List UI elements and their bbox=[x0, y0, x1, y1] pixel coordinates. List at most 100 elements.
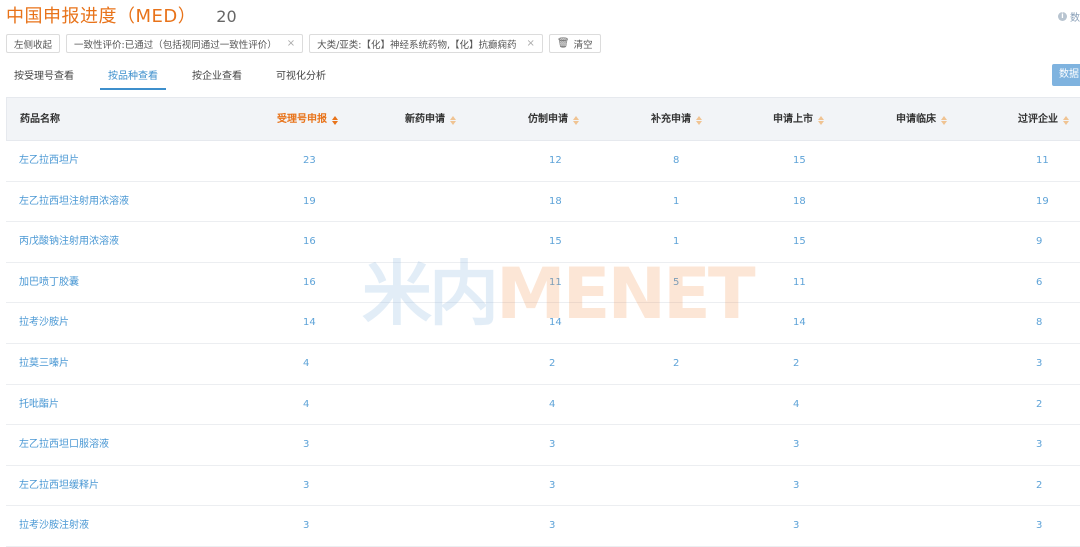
count-cell[interactable]: 23 bbox=[303, 141, 316, 181]
count-cell[interactable]: 8 bbox=[1036, 303, 1042, 343]
drug-name-link[interactable]: 加巴喷丁胶囊 bbox=[19, 263, 79, 303]
drug-name-link[interactable]: 托吡酯片 bbox=[19, 385, 59, 425]
count-cell[interactable]: 4 bbox=[793, 385, 799, 425]
drug-name-link[interactable]: 左乙拉西坦缓释片 bbox=[19, 466, 99, 506]
sort-icon[interactable] bbox=[450, 115, 456, 125]
column-header-label: 仿制申请 bbox=[528, 114, 568, 125]
count-cell[interactable]: 18 bbox=[549, 182, 562, 222]
count-cell[interactable]: 2 bbox=[673, 344, 679, 384]
tab-by-company[interactable]: 按企业查看 bbox=[184, 64, 250, 90]
info-link[interactable]: i 数 bbox=[1058, 9, 1080, 24]
sort-icon[interactable] bbox=[332, 115, 338, 125]
drug-name-link[interactable]: 左乙拉西坦片 bbox=[19, 141, 79, 181]
column-header-label: 新药申请 bbox=[405, 114, 445, 125]
count-cell[interactable]: 8 bbox=[673, 141, 679, 181]
count-cell[interactable]: 2 bbox=[793, 344, 799, 384]
count-cell[interactable]: 1 bbox=[673, 222, 679, 262]
drug-name-link[interactable]: 左乙拉西坦口服溶液 bbox=[19, 425, 109, 465]
count-cell[interactable]: 4 bbox=[549, 385, 555, 425]
count-cell[interactable]: 2 bbox=[549, 344, 555, 384]
column-header-label: 受理号申报 bbox=[277, 114, 327, 125]
count-cell[interactable]: 12 bbox=[549, 141, 562, 181]
count-cell[interactable]: 11 bbox=[793, 263, 806, 303]
sort-icon[interactable] bbox=[1063, 115, 1069, 125]
column-header[interactable]: 受理号申报 bbox=[277, 98, 338, 142]
count-cell[interactable]: 15 bbox=[793, 222, 806, 262]
drug-name-link[interactable]: 拉考沙胺片 bbox=[19, 303, 69, 343]
count-cell[interactable]: 11 bbox=[1036, 141, 1049, 181]
drug-name-link[interactable]: 丙戊酸钠注射用浓溶液 bbox=[19, 222, 119, 262]
count-cell[interactable]: 3 bbox=[549, 425, 555, 465]
count-cell[interactable]: 5 bbox=[673, 263, 679, 303]
close-icon[interactable]: × bbox=[527, 38, 535, 49]
count-cell[interactable]: 3 bbox=[303, 466, 309, 506]
sort-icon[interactable] bbox=[818, 115, 824, 125]
column-header-label: 过评企业 bbox=[1018, 114, 1058, 125]
count-cell[interactable]: 15 bbox=[793, 141, 806, 181]
filter-chip-category[interactable]: 大类/亚类:【化】神经系统药物,【化】抗癫痫药 × bbox=[309, 34, 543, 53]
count-cell[interactable]: 3 bbox=[1036, 506, 1042, 546]
count-cell[interactable]: 11 bbox=[549, 263, 562, 303]
count-cell[interactable]: 6 bbox=[1036, 263, 1042, 303]
page-title: 中国申报进度（MED） bbox=[6, 6, 197, 27]
count-cell[interactable]: 16 bbox=[303, 263, 316, 303]
count-cell[interactable]: 3 bbox=[303, 506, 309, 546]
count-cell[interactable]: 4 bbox=[303, 344, 309, 384]
count-cell[interactable]: 1 bbox=[673, 182, 679, 222]
view-tabs: 按受理号查看 按品种查看 按企业查看 可视化分析 bbox=[6, 64, 352, 90]
column-header[interactable]: 补充申请 bbox=[651, 98, 702, 142]
count-cell[interactable]: 18 bbox=[793, 182, 806, 222]
count-cell[interactable]: 3 bbox=[1036, 344, 1042, 384]
column-header[interactable]: 新药申请 bbox=[405, 98, 456, 142]
drug-name-link[interactable]: 左乙拉西坦注射用浓溶液 bbox=[19, 182, 129, 222]
count-cell[interactable]: 3 bbox=[549, 466, 555, 506]
column-header-label: 申请上市 bbox=[773, 114, 813, 125]
count-cell[interactable]: 9 bbox=[1036, 222, 1042, 262]
filter-chip-consistency[interactable]: 一致性评价:已通过（包括视同通过一致性评价） × bbox=[66, 34, 304, 53]
count-cell[interactable]: 3 bbox=[549, 506, 555, 546]
table-row: 托吡酯片 4 4 4 2 bbox=[6, 385, 1080, 426]
column-header[interactable]: 申请临床 bbox=[896, 98, 947, 142]
table-row: 拉考沙胺片 14 14 14 8 bbox=[6, 303, 1080, 344]
info-icon: i bbox=[1058, 12, 1067, 21]
close-icon[interactable]: × bbox=[287, 38, 295, 49]
count-cell[interactable]: 3 bbox=[793, 506, 799, 546]
count-cell[interactable]: 4 bbox=[303, 385, 309, 425]
column-header-label: 申请临床 bbox=[896, 114, 936, 125]
count-cell[interactable]: 14 bbox=[793, 303, 806, 343]
count-cell[interactable]: 2 bbox=[1036, 466, 1042, 506]
sort-icon[interactable] bbox=[941, 115, 947, 125]
collapse-sidebar-button[interactable]: 左侧收起 bbox=[6, 34, 61, 53]
count-cell[interactable]: 15 bbox=[549, 222, 562, 262]
count-cell[interactable]: 2 bbox=[1036, 385, 1042, 425]
column-header[interactable]: 申请上市 bbox=[773, 98, 824, 142]
table-row: 加巴喷丁胶囊 16 11 5 11 6 bbox=[6, 263, 1080, 304]
drug-name-link[interactable]: 拉考沙胺注射液 bbox=[19, 506, 89, 546]
filter-chip-label: 大类/亚类:【化】神经系统药物,【化】抗癫痫药 bbox=[317, 39, 517, 51]
count-cell[interactable]: 14 bbox=[303, 303, 316, 343]
count-cell[interactable]: 3 bbox=[793, 466, 799, 506]
table-header: 药品名称 受理号申报 新药申请 仿制申请 补充申请 申请上市 申请临床 过评企业 bbox=[6, 97, 1080, 141]
sort-icon[interactable] bbox=[696, 115, 702, 125]
tab-visual-analysis[interactable]: 可视化分析 bbox=[268, 64, 334, 90]
count-cell[interactable]: 14 bbox=[549, 303, 562, 343]
table-row: 左乙拉西坦口服溶液 3 3 3 3 bbox=[6, 425, 1080, 466]
count-cell[interactable]: 3 bbox=[793, 425, 799, 465]
clear-filters-label: 清空 bbox=[573, 39, 593, 51]
table-row: 左乙拉西坦注射用浓溶液 19 18 1 18 19 bbox=[6, 182, 1080, 223]
count-cell[interactable]: 16 bbox=[303, 222, 316, 262]
tab-by-variety[interactable]: 按品种查看 bbox=[100, 64, 166, 90]
column-header[interactable]: 过评企业 bbox=[1018, 98, 1069, 142]
filter-bar: 左侧收起 一致性评价:已通过（包括视同通过一致性评价） × 大类/亚类:【化】神… bbox=[6, 34, 601, 53]
clear-filters-button[interactable]: 🗑 清空 bbox=[548, 34, 601, 53]
count-cell[interactable]: 3 bbox=[303, 425, 309, 465]
column-header[interactable]: 仿制申请 bbox=[528, 98, 579, 142]
sort-icon[interactable] bbox=[573, 115, 579, 125]
tab-by-acceptance-number[interactable]: 按受理号查看 bbox=[6, 64, 82, 90]
table-body: 左乙拉西坦片 23 12 8 15 11 左乙拉西坦注射用浓溶液 19 18 1 18 19 丙戊酸钠注… bbox=[6, 141, 1080, 547]
count-cell[interactable]: 3 bbox=[1036, 425, 1042, 465]
data-button[interactable]: 数据 bbox=[1052, 64, 1080, 86]
drug-name-link[interactable]: 拉莫三嗪片 bbox=[19, 344, 69, 384]
count-cell[interactable]: 19 bbox=[303, 182, 316, 222]
count-cell[interactable]: 19 bbox=[1036, 182, 1049, 222]
